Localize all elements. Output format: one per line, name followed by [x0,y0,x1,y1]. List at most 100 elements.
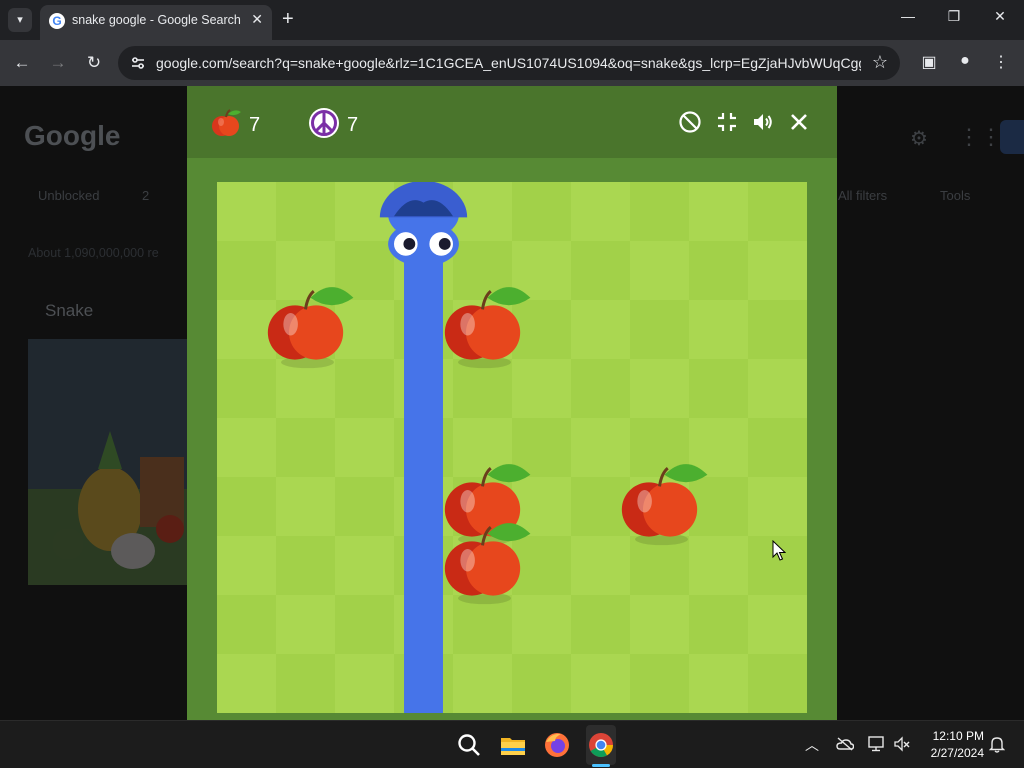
board-tile [689,654,749,713]
apple [642,482,698,537]
tools-button[interactable]: Tools [940,188,970,203]
address-bar[interactable]: google.com/search?q=snake+google&rlz=1C1… [118,46,900,80]
gear-icon[interactable]: ⚙ [910,126,928,151]
board-tile [453,654,513,713]
arrow-right-icon[interactable]: → [46,51,70,75]
url-text[interactable]: google.com/search?q=snake+google&rlz=1C1… [156,55,861,71]
file-explorer-icon[interactable] [499,731,527,759]
high-score: 7 [347,114,359,136]
minimize-icon[interactable]: — [897,8,919,24]
tab-bar: ▾ G snake google - Google Search ✕ + — ❐… [0,0,1024,40]
star-icon[interactable]: ☆ [872,52,888,73]
snake-pupil [403,238,416,250]
tune-icon[interactable] [130,55,146,71]
no-walls-icon[interactable] [678,110,702,134]
filter-chip[interactable]: Unblocked [38,188,99,203]
board-tile [335,359,395,419]
board-tile [689,241,749,301]
board-tile [689,536,749,596]
chevron-down-icon[interactable]: ▾ [8,8,32,32]
clock-date[interactable]: 2/27/2024 [916,746,984,760]
board-tile [748,182,807,242]
board-tile [630,359,690,419]
board-tile [571,536,631,596]
board-tile [335,595,395,655]
board-tile [512,359,572,419]
sign-in-button[interactable] [1000,120,1024,154]
board-tile [571,359,631,419]
apps-grid-icon[interactable]: ⋮⋮ [958,124,1002,150]
exit-fullscreen-icon[interactable] [715,110,739,134]
board-tile [217,241,277,301]
arrow-left-icon[interactable]: ← [10,51,34,75]
notifications-icon[interactable] [989,735,1005,753]
game-header: 7 7 [187,86,837,158]
snake-game: 7 7 [187,86,837,720]
board-tile [512,536,572,596]
apple-highlight [460,490,475,513]
board-tile [335,654,395,713]
board-tile [217,536,277,596]
board-tile [217,300,277,360]
board-tile [748,241,807,301]
board-tile [630,241,690,301]
apple-highlight [637,490,652,513]
google-logo: Google [24,120,121,151]
board-tile [512,595,572,655]
onedrive-icon[interactable] [836,737,854,751]
board-tile [571,418,631,478]
close-icon[interactable]: ✕ [989,8,1011,25]
firefox-icon[interactable] [543,731,571,759]
game-board[interactable] [217,182,807,713]
chevron-up-icon[interactable]: ︿ [805,735,819,755]
plus-icon[interactable]: + [282,8,294,30]
board-tile [335,418,395,478]
snake-pupil [438,238,451,250]
close-icon[interactable]: ✕ [251,11,263,28]
board-tile [630,654,690,713]
taskbar: ︿ 12:10 PM 2/27/2024 [0,720,1024,768]
filter-chip[interactable]: 2 [142,188,149,203]
board-tile [335,477,395,537]
apple-highlight [460,549,475,572]
volume-muted-icon[interactable] [893,736,911,752]
board-tile [748,300,807,360]
chrome-icon[interactable] [587,731,615,759]
board-tile [571,595,631,655]
kebab-menu-icon[interactable]: ⋮ [990,52,1012,72]
board-tile [217,359,277,419]
volume-icon[interactable] [751,110,775,134]
board-tile [276,595,336,655]
board-tile [689,477,749,537]
browser-toolbar: ← → ↻ google.com/search?q=snake+google&r… [0,40,1024,86]
all-filters-button[interactable]: All filters [838,188,887,203]
snake-body [404,211,443,713]
board-tile [571,654,631,713]
profile-icon[interactable]: ● [954,52,976,70]
network-icon[interactable] [868,736,886,752]
restore-icon[interactable]: ❐ [943,8,965,25]
board-tile [512,654,572,713]
board-tile [748,595,807,655]
search-icon[interactable] [455,731,483,759]
board-tile [748,418,807,478]
result-thumbnail[interactable] [28,339,188,585]
board-tile [748,359,807,419]
board-tile [630,595,690,655]
board-tile [571,182,631,242]
board-tile [217,418,277,478]
board-tile [276,477,336,537]
board-tile [571,300,631,360]
board-tile [689,595,749,655]
mouse-cursor-icon [772,540,786,561]
side-panel-icon[interactable]: ▣ [918,52,940,72]
board-tile [335,536,395,596]
reload-icon[interactable]: ↻ [82,51,106,75]
board-tile [630,182,690,242]
board-tile [276,182,336,242]
board-tile [748,477,807,537]
close-icon[interactable] [787,110,811,134]
tab-active[interactable]: G snake google - Google Search ✕ [40,5,272,40]
clock-time[interactable]: 12:10 PM [922,729,984,743]
tab-title: snake google - Google Search [72,13,241,27]
